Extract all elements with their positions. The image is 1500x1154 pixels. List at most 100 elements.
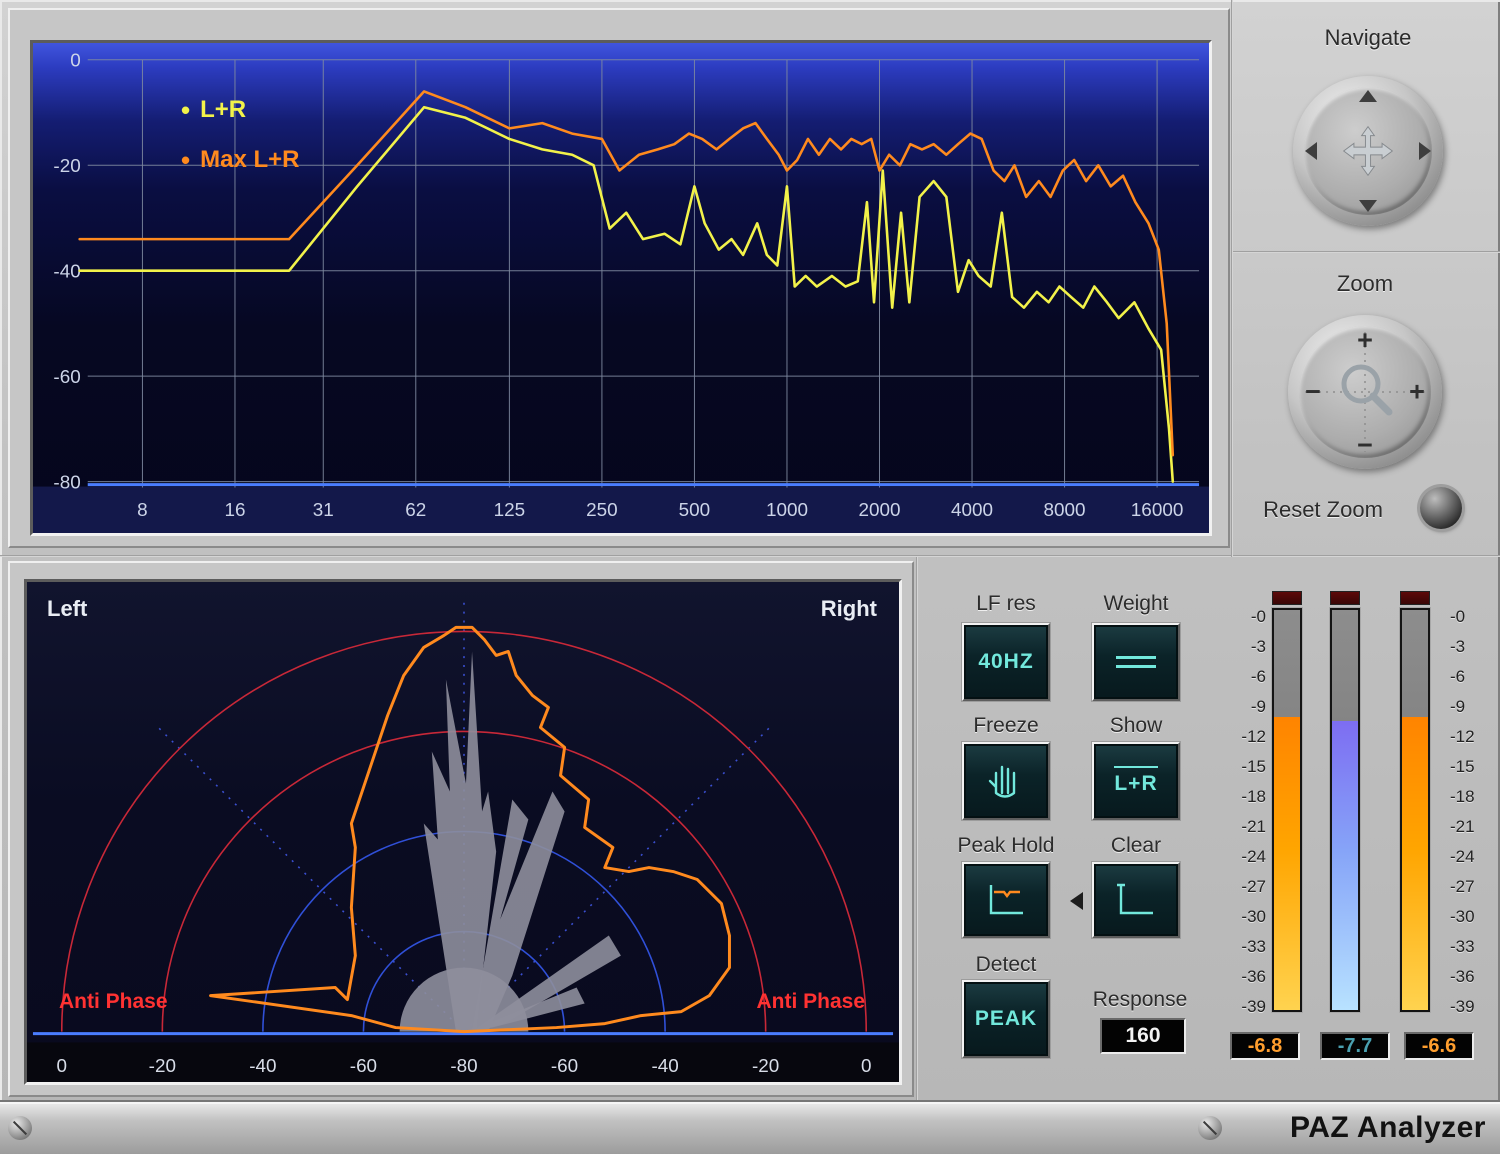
peak-hold-label: Peak Hold (950, 833, 1062, 859)
meter-scale-tick: -12 (1222, 726, 1266, 748)
navigate-control[interactable] (1293, 76, 1443, 226)
weight-button[interactable] (1092, 623, 1180, 701)
hand-icon (984, 759, 1028, 803)
clip-indicator-right (1400, 591, 1430, 605)
meter-scale-tick: -9 (1450, 696, 1494, 718)
navigate-right-icon[interactable] (1419, 142, 1431, 160)
meter-scale-tick: -30 (1450, 906, 1494, 928)
navigate-down-icon[interactable] (1359, 200, 1377, 212)
meter-scale-tick: -0 (1222, 606, 1266, 628)
legend-item-max-lr: • Max L+R (181, 135, 299, 185)
show-button[interactable]: L+R (1092, 742, 1180, 820)
meter-scale-tick: -0 (1450, 606, 1494, 628)
spectrum-display: 0-20-40-60-80816316212525050010002000400… (8, 8, 1230, 548)
legend-item-lr: • L+R (181, 85, 299, 135)
app-title: PAZ Analyzer (1290, 1111, 1486, 1145)
meter-scale-tick: -15 (1222, 756, 1266, 778)
detect-label: Detect (962, 952, 1050, 978)
meter-scale-tick: -36 (1222, 966, 1266, 988)
meter-scale-tick: -33 (1222, 936, 1266, 958)
svg-text:16000: 16000 (1131, 499, 1184, 520)
meter-scale-tick: -24 (1450, 846, 1494, 868)
screw-icon (8, 1116, 32, 1140)
antiphase-right-label: Anti Phase (756, 990, 865, 1014)
zoom-label: Zoom (1290, 271, 1440, 297)
svg-text:31: 31 (313, 499, 334, 520)
svg-text:2000: 2000 (858, 499, 900, 520)
zoom-control[interactable]: + + − − (1288, 315, 1442, 469)
peak-hold-icon (982, 880, 1030, 920)
legend-label-lr: L+R (200, 96, 246, 124)
zoom-out-left-sign[interactable]: − (1298, 379, 1328, 406)
meter-readout-right: -6.6 (1404, 1032, 1474, 1060)
meter-scale-tick: -30 (1222, 906, 1266, 928)
clip-indicator-mid (1330, 591, 1360, 605)
svg-text:-40: -40 (651, 1055, 678, 1076)
meter-scale-tick: -15 (1450, 756, 1494, 778)
meter-scale-tick: -27 (1222, 876, 1266, 898)
legend-dot-orange: • (181, 145, 190, 176)
freeze-label: Freeze (962, 713, 1050, 739)
meter-scale-tick: -18 (1450, 786, 1494, 808)
spectrum-legend: • L+R • Max L+R (181, 85, 299, 185)
weight-icon (1116, 650, 1156, 674)
svg-text:-40: -40 (53, 261, 80, 282)
freeze-button[interactable] (962, 742, 1050, 820)
title-bar: PAZ Analyzer (0, 1100, 1500, 1154)
phase-display: 0-20-40-60-80-60-40-200 Left Right Anti … (8, 561, 914, 1097)
meter-scale-tick: -21 (1450, 816, 1494, 838)
detect-button[interactable]: PEAK (962, 980, 1050, 1058)
screw-icon (1198, 1116, 1222, 1140)
show-label: Show (1092, 713, 1180, 739)
spectrum-screen: 0-20-40-60-80816316212525050010002000400… (30, 40, 1212, 536)
svg-text:250: 250 (586, 499, 618, 520)
peak-hold-button[interactable] (962, 862, 1050, 938)
divider-right-column (1231, 0, 1233, 557)
svg-text:-60: -60 (551, 1055, 578, 1076)
detect-value: PEAK (975, 1007, 1037, 1031)
zoom-in-right-sign[interactable]: + (1402, 379, 1432, 406)
response-label: Response (1080, 987, 1200, 1013)
meter-scale-tick: -21 (1222, 816, 1266, 838)
phase-left-label: Left (47, 596, 87, 622)
svg-text:500: 500 (679, 499, 711, 520)
meter-scale-tick: -39 (1450, 996, 1494, 1018)
clear-axes-icon (1112, 880, 1160, 920)
meter-fill-mid (1332, 721, 1358, 1010)
lf-res-label: LF res (962, 591, 1050, 617)
legend-label-max-lr: Max L+R (200, 146, 299, 174)
zoom-in-top-sign[interactable]: + (1350, 327, 1380, 354)
meter-readout-left: -6.8 (1230, 1032, 1300, 1060)
svg-text:-80: -80 (450, 1055, 477, 1076)
navigate-left-icon[interactable] (1305, 142, 1317, 160)
svg-text:-60: -60 (350, 1055, 377, 1076)
move-cross-icon (1336, 119, 1400, 183)
svg-text:0: 0 (861, 1055, 871, 1076)
response-value-field[interactable]: 160 (1100, 1018, 1186, 1054)
meter-readout-mid: -7.7 (1320, 1032, 1390, 1060)
meter-scale-tick: -36 (1450, 966, 1494, 988)
svg-text:0: 0 (70, 50, 81, 71)
lf-res-value: 40HZ (978, 650, 1033, 674)
legend-dot-yellow: • (181, 95, 190, 126)
meter-fill-right (1402, 717, 1428, 1010)
lf-res-button[interactable]: 40HZ (962, 623, 1050, 701)
svg-text:1000: 1000 (766, 499, 808, 520)
clear-button[interactable] (1092, 862, 1180, 938)
divider-horizontal (0, 555, 1500, 557)
paz-analyzer-window: 0-20-40-60-80816316212525050010002000400… (0, 0, 1500, 1154)
svg-text:-60: -60 (53, 366, 80, 387)
svg-text:-20: -20 (53, 155, 80, 176)
phase-screen: 0-20-40-60-80-60-40-200 Left Right Anti … (24, 579, 902, 1085)
divider-navigate-zoom (1233, 251, 1500, 253)
reset-zoom-button[interactable] (1420, 487, 1462, 529)
navigate-label: Navigate (1293, 25, 1443, 51)
svg-text:4000: 4000 (951, 499, 993, 520)
level-meter-mid (1330, 608, 1360, 1012)
phase-right-label: Right (821, 596, 877, 622)
zoom-out-bottom-sign[interactable]: − (1350, 432, 1380, 459)
show-value: L+R (1114, 766, 1157, 796)
svg-text:8000: 8000 (1044, 499, 1086, 520)
navigate-up-icon[interactable] (1359, 90, 1377, 102)
svg-text:125: 125 (494, 499, 526, 520)
